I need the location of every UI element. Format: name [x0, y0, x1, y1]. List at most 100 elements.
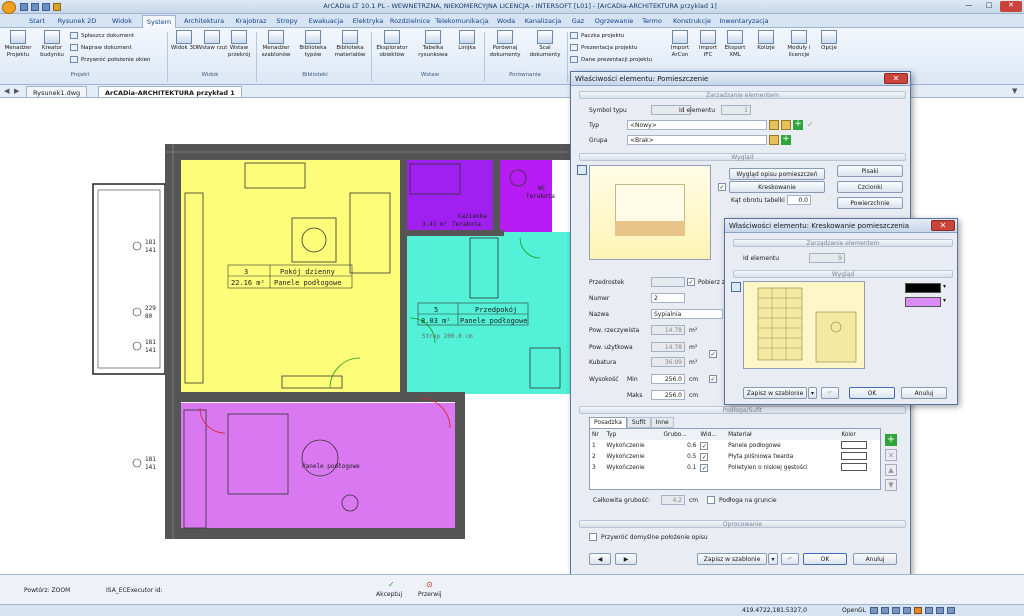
confirm-type-icon[interactable]: ✓: [807, 120, 817, 130]
min-height-field[interactable]: 256.0: [651, 374, 685, 384]
section-header-appearance[interactable]: Wygląd: [733, 270, 953, 278]
label-appearance-button[interactable]: Wygląd opisu pomieszczeń: [729, 168, 825, 180]
tab-scroll-right-icon[interactable]: ▶: [14, 87, 19, 95]
type-library-icon[interactable]: [769, 120, 779, 130]
materials-library-button[interactable]: Biblioteka materiałów: [332, 28, 368, 59]
tab-telekomunikacja[interactable]: Telekomunikacja: [434, 15, 490, 28]
table-row[interactable]: 3 Wykończenie 0.1 ✓ Polietylen o niskiej…: [590, 462, 880, 473]
insert-section-button[interactable]: Wstaw przekrój: [223, 28, 255, 59]
number-field[interactable]: 2: [651, 293, 685, 303]
ruler-button[interactable]: Linijka: [453, 28, 481, 52]
row-visible-checkbox[interactable]: ✓: [700, 441, 709, 450]
compare-documents-button[interactable]: Porównaj dokumenty: [486, 28, 524, 59]
app-logo-icon[interactable]: [2, 1, 16, 14]
auto-area-checkbox[interactable]: ✓: [709, 350, 717, 358]
dialog-close-button[interactable]: ✕: [931, 220, 955, 231]
tab-floor[interactable]: Posadzka: [589, 417, 627, 428]
merge-documents-button[interactable]: Scal dokumenty: [526, 28, 564, 59]
dialog-close-button[interactable]: ✕: [884, 73, 908, 84]
types-library-button[interactable]: Biblioteka typów: [296, 28, 330, 59]
abort-icon[interactable]: ⊙: [426, 580, 433, 589]
table-row[interactable]: 2 Wykończenie 0.5 ✓ Płyta pilśniowa twar…: [590, 451, 880, 462]
tab-termo[interactable]: Termo: [638, 15, 666, 28]
ok-button[interactable]: OK: [803, 553, 847, 565]
tab-ewakuacja[interactable]: Ewakuacja: [304, 15, 348, 28]
flatten-document-button[interactable]: Spłaszcz dokument: [70, 31, 134, 41]
pen-color-dropdown-icon[interactable]: ▾: [943, 283, 951, 293]
color-swatch[interactable]: [841, 462, 868, 471]
save-template-button[interactable]: Zapisz w szablonie: [743, 387, 807, 399]
command-line[interactable]: Powtórz: ZOOM ISA_ECExecutor id: ✓ Akcep…: [0, 574, 1024, 604]
section-header-appearance[interactable]: Wygląd: [579, 153, 906, 161]
section-header-management[interactable]: Zarządzanie elementem: [579, 91, 906, 99]
prefix-field[interactable]: [651, 277, 685, 287]
repair-document-button[interactable]: Napraw dokument: [70, 43, 132, 53]
hatching-checkbox[interactable]: ✓: [718, 183, 726, 191]
next-element-button[interactable]: ▶: [615, 553, 637, 565]
restore-windows-button[interactable]: Przywróć położenie okien: [70, 55, 151, 65]
pen-color-swatch[interactable]: [905, 283, 941, 293]
save-template-arrow-icon[interactable]: ▾: [768, 553, 778, 565]
project-package-button[interactable]: Paczka projektu: [570, 31, 624, 41]
project-presentation-button[interactable]: Prezentacja projektu: [570, 43, 637, 53]
import-ifc-button[interactable]: Import IFC: [695, 28, 721, 59]
presentation-data-button[interactable]: Dane prezentacji projektu: [570, 55, 652, 65]
table-row[interactable]: 1 Wykończenie 0.6 ✓ Panele podłogowe: [590, 440, 880, 451]
template-manager-button[interactable]: Menadżer szablonów: [258, 28, 294, 59]
abort-button[interactable]: Przerwij: [418, 591, 442, 598]
group-library-icon[interactable]: [769, 135, 779, 145]
tab-krajobraz[interactable]: Krajobraz: [232, 15, 270, 28]
tab-rozdzielnice[interactable]: Rozdzielnice: [388, 15, 432, 28]
fetch-from-checkbox[interactable]: ✓: [687, 278, 695, 286]
tab-scroll-left-icon[interactable]: ◀: [4, 87, 9, 95]
tab-elektryka[interactable]: Elektryka: [350, 15, 386, 28]
group-select[interactable]: <Brak>: [627, 135, 767, 145]
color-swatch[interactable]: [841, 440, 868, 449]
project-manager-button[interactable]: Menadżer Projektu: [2, 28, 34, 59]
delete-layer-icon[interactable]: ✕: [885, 449, 897, 461]
row-visible-checkbox[interactable]: ✓: [700, 463, 709, 472]
tab-woda[interactable]: Woda: [492, 15, 520, 28]
type-select[interactable]: <Nowy>: [627, 120, 767, 130]
move-down-icon[interactable]: ▼: [885, 479, 897, 491]
restore-label-position-checkbox[interactable]: [589, 533, 597, 541]
accept-button[interactable]: Akceptuj: [376, 591, 402, 598]
import-arcon-button[interactable]: Import ArCon: [666, 28, 694, 59]
undo-button[interactable]: ↶: [821, 387, 839, 399]
save-template-arrow-icon[interactable]: ▾: [808, 387, 817, 399]
ground-floor-checkbox[interactable]: [707, 496, 715, 504]
maximize-button[interactable]: □: [980, 1, 998, 12]
tab-gaz[interactable]: Gaz: [566, 15, 590, 28]
cancel-button[interactable]: Anuluj: [853, 553, 897, 565]
tab-kanalizacja[interactable]: Kanalizacja: [522, 15, 564, 28]
section-header-management[interactable]: Zarządzanie elementem: [733, 239, 953, 247]
tab-start[interactable]: Start: [24, 15, 50, 28]
tab-other[interactable]: Inne: [650, 417, 674, 428]
row-visible-checkbox[interactable]: ✓: [700, 452, 709, 461]
quick-access-toolbar[interactable]: [20, 3, 90, 11]
tab-inwentaryzacja[interactable]: Inwentaryzacja: [718, 15, 770, 28]
options-button[interactable]: Opcje: [816, 28, 842, 52]
tab-widok[interactable]: Widok: [104, 15, 140, 28]
surfaces-button[interactable]: Powierzchnie: [837, 197, 903, 209]
fill-color-dropdown-icon[interactable]: ▾: [943, 297, 951, 307]
object-explorer-button[interactable]: Eksplorator obiektów: [373, 28, 411, 59]
tab-stropy[interactable]: Stropy: [272, 15, 302, 28]
title-block-button[interactable]: Tabelka rysunkowa: [414, 28, 452, 59]
undo-button[interactable]: ↶: [781, 553, 799, 565]
tab-rysunek-2d[interactable]: Rysunek 2D: [52, 15, 102, 28]
view-mode-icon[interactable]: [577, 165, 587, 175]
dialog-title[interactable]: Właściwości elementu: Pomieszczenie: [571, 72, 910, 86]
tab-ogrzewanie[interactable]: Ogrzewanie: [592, 15, 636, 28]
doc-tab-rysunek1[interactable]: Rysunek1.dwg: [26, 86, 88, 98]
tab-konstrukcje[interactable]: Konstrukcje: [668, 15, 716, 28]
rotation-angle-field[interactable]: 0.0: [787, 195, 811, 205]
add-group-icon[interactable]: +: [781, 135, 791, 145]
dialog-title[interactable]: Właściwości elementu: Kreskowanie pomies…: [725, 219, 957, 233]
fill-color-swatch[interactable]: [905, 297, 941, 307]
collisions-button[interactable]: Kolizje: [752, 28, 780, 52]
status-toggles[interactable]: [870, 607, 955, 614]
accept-icon[interactable]: ✓: [388, 580, 395, 589]
close-button[interactable]: ✕: [1000, 1, 1022, 12]
add-type-icon[interactable]: +: [793, 120, 803, 130]
